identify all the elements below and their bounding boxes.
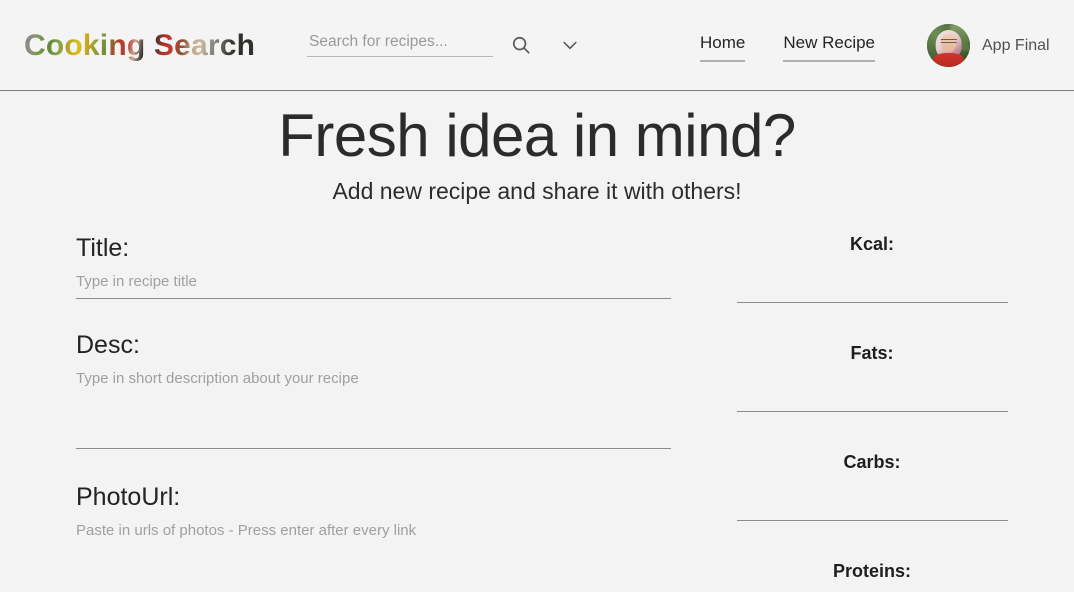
field-proteins: Proteins: bbox=[722, 559, 1022, 592]
form-spacer bbox=[722, 412, 1022, 450]
form-column-left: Title: Desc: PhotoUrl: bbox=[24, 232, 672, 592]
field-desc-label: Desc: bbox=[76, 331, 140, 359]
user-name-label: App Final bbox=[982, 36, 1050, 54]
main-nav: Home New Recipe bbox=[700, 33, 876, 62]
nav-link-new-recipe[interactable]: New Recipe bbox=[783, 33, 876, 62]
recipe-desc-input[interactable] bbox=[76, 361, 671, 449]
page-title: Fresh idea in mind? bbox=[278, 102, 796, 169]
search-icon[interactable] bbox=[510, 34, 532, 56]
hero-section: Fresh idea in mind? Add new recipe and s… bbox=[0, 91, 1074, 206]
recipe-proteins-input[interactable] bbox=[736, 583, 1008, 592]
recipe-photourl-input[interactable] bbox=[76, 513, 671, 592]
search-area bbox=[307, 33, 580, 57]
brand-logo[interactable]: Cooking Search bbox=[24, 26, 255, 66]
field-fats: Fats: bbox=[722, 341, 1022, 412]
user-avatar-icon[interactable] bbox=[927, 24, 970, 67]
field-fats-label: Fats: bbox=[850, 343, 894, 363]
field-proteins-label: Proteins: bbox=[832, 561, 911, 581]
field-kcal: Kcal: bbox=[722, 232, 1022, 303]
chevron-down-icon[interactable] bbox=[560, 35, 580, 55]
form-column-right: Kcal: Fats: Carbs: Proteins: bbox=[672, 232, 1050, 592]
field-photourl: PhotoUrl: bbox=[76, 481, 672, 592]
recipe-kcal-input[interactable] bbox=[736, 256, 1008, 303]
avatar-clothing bbox=[933, 53, 964, 67]
page-subtitle: Add new recipe and share it with others! bbox=[332, 178, 742, 204]
field-photourl-label: PhotoUrl: bbox=[76, 483, 181, 511]
form-spacer bbox=[722, 303, 1022, 341]
field-title: Title: bbox=[76, 232, 672, 299]
app-header: Cooking Search Home New Recipe App Final bbox=[0, 0, 1074, 91]
form-spacer bbox=[76, 449, 672, 481]
field-carbs-label: Carbs: bbox=[843, 452, 901, 472]
nav-link-home[interactable]: Home bbox=[700, 33, 746, 62]
field-carbs: Carbs: bbox=[722, 450, 1022, 521]
recipe-title-input[interactable] bbox=[76, 264, 671, 299]
user-area[interactable]: App Final bbox=[927, 24, 1050, 67]
recipe-form: Title: Desc: PhotoUrl: Kcal: Fats: Carbs… bbox=[0, 232, 1074, 592]
search-input[interactable] bbox=[307, 33, 493, 57]
field-desc: Desc: bbox=[76, 329, 672, 449]
field-kcal-label: Kcal: bbox=[849, 234, 894, 254]
avatar-glasses bbox=[940, 39, 957, 44]
form-spacer bbox=[722, 521, 1022, 559]
field-title-label: Title: bbox=[76, 234, 130, 262]
recipe-fats-input[interactable] bbox=[736, 365, 1008, 412]
form-spacer bbox=[76, 299, 672, 329]
recipe-carbs-input[interactable] bbox=[736, 474, 1008, 521]
